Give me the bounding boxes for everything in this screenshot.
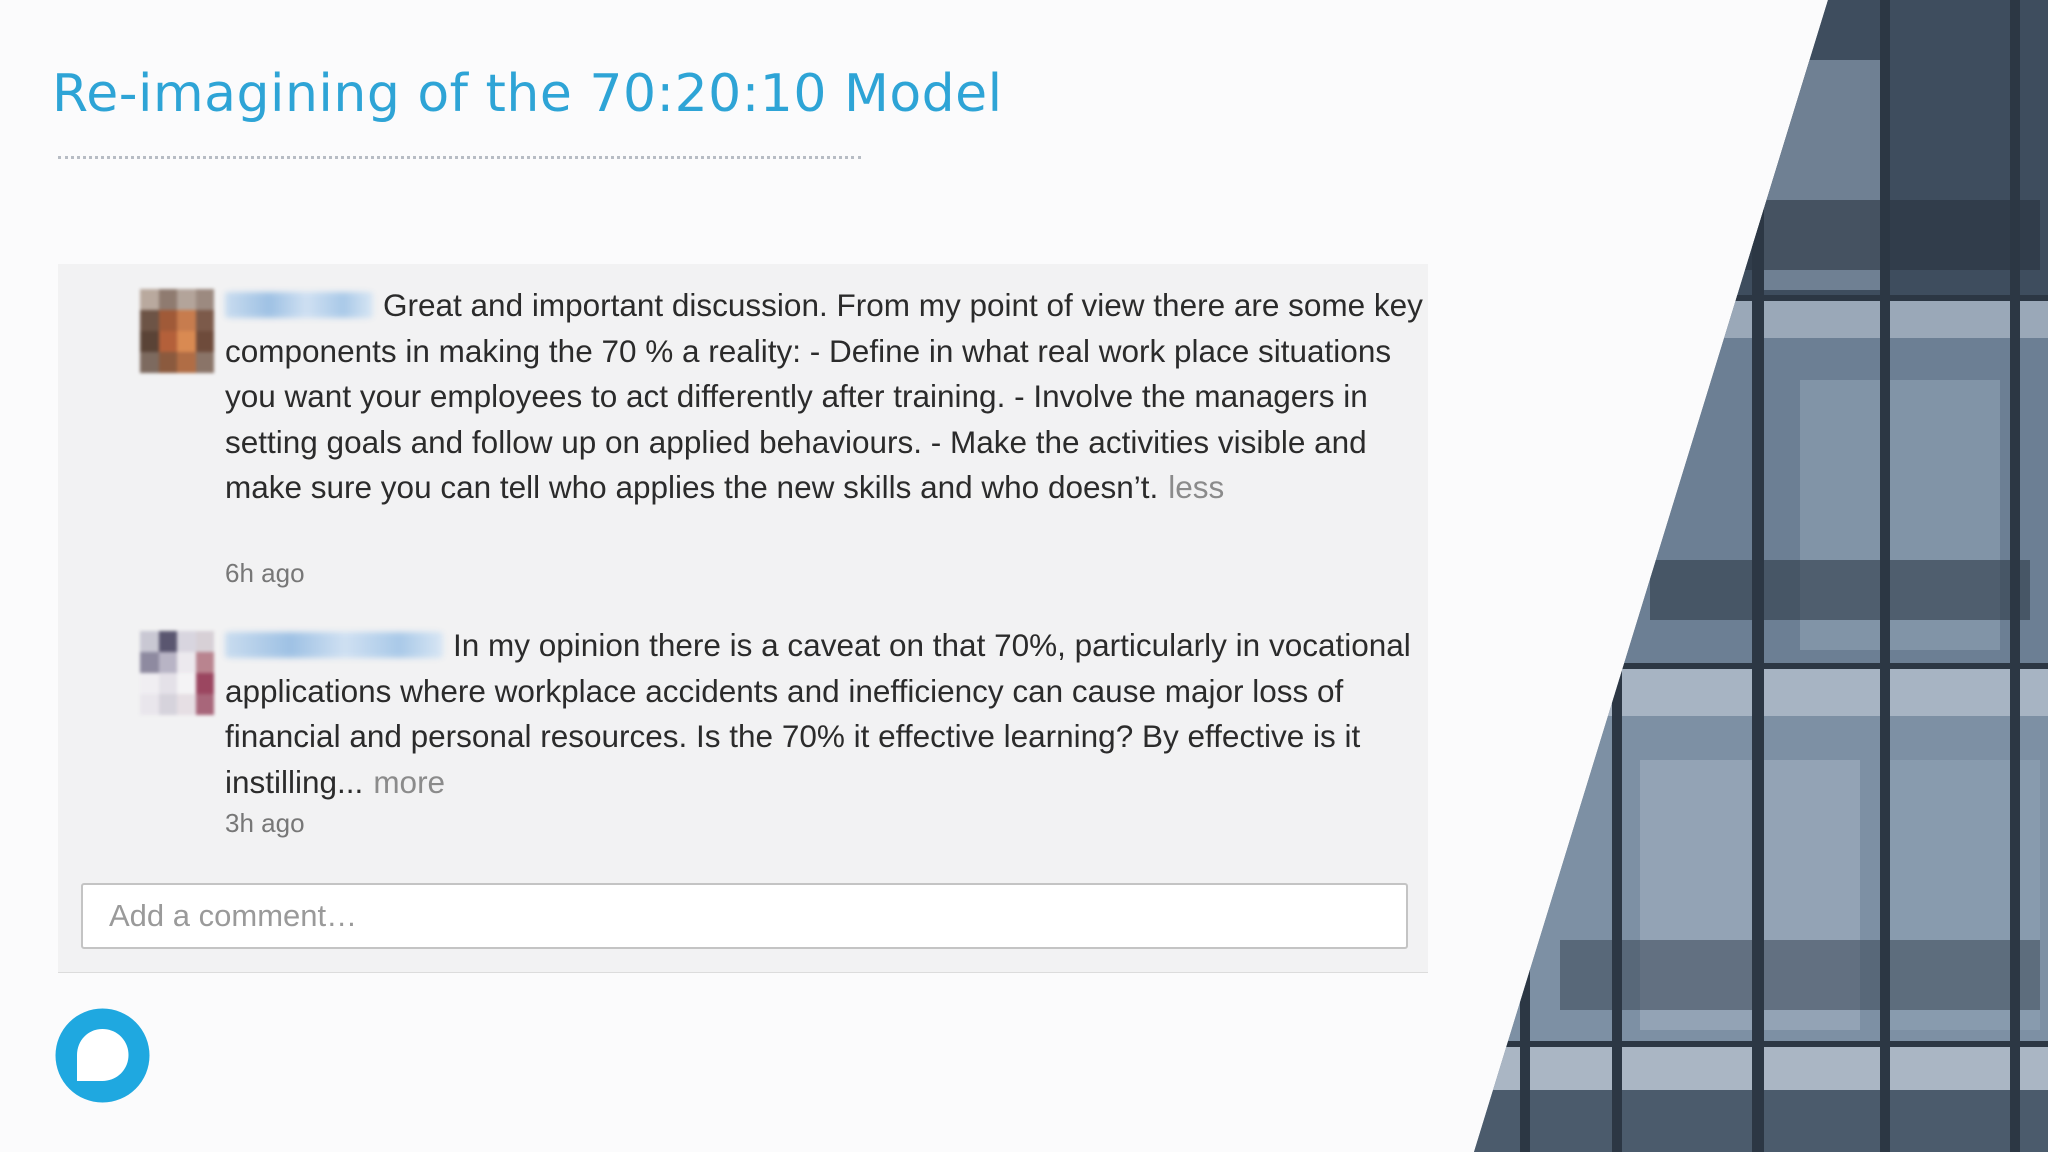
comment-timestamp: 3h ago — [225, 808, 305, 838]
author-name-redacted[interactable] — [225, 291, 373, 318]
add-comment-input[interactable] — [81, 883, 1408, 949]
more-link[interactable]: more — [373, 764, 445, 800]
comment-body: Great and important discussion. From my … — [225, 283, 1425, 511]
slide-title: Re-imagining of the 70:20:10 Model — [52, 64, 1003, 124]
avatar — [140, 631, 214, 715]
comment-body: In my opinion there is a caveat on that … — [225, 623, 1425, 805]
comments-panel: Great and important discussion. From my … — [58, 264, 1428, 973]
avatar — [140, 289, 214, 373]
comment-timestamp: 6h ago — [225, 558, 305, 588]
title-divider — [58, 156, 861, 159]
less-link[interactable]: less — [1168, 469, 1224, 505]
speech-bubble-logo-icon — [55, 1008, 150, 1103]
comment-text: Great and important discussion. From my … — [225, 287, 1423, 505]
author-name-redacted[interactable] — [225, 631, 443, 658]
